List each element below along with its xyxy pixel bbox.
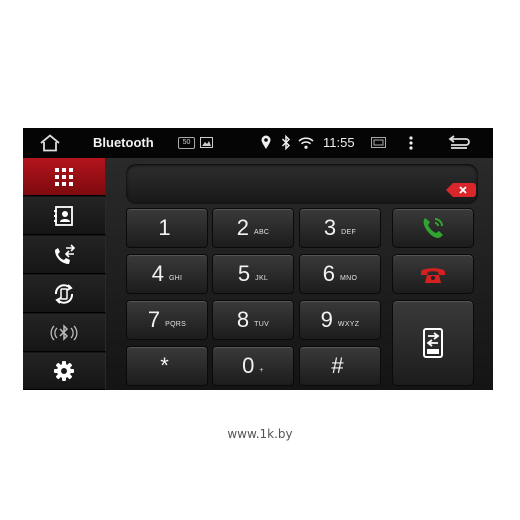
- key-digit: 6: [322, 261, 335, 286]
- key-letters: GHI: [168, 274, 183, 282]
- back-icon[interactable]: [447, 134, 471, 152]
- key-8[interactable]: 8 TUV: [212, 300, 294, 340]
- sidebar: [23, 158, 106, 390]
- key-3[interactable]: 3 DEF: [299, 208, 381, 248]
- clock-time: 11:55: [323, 135, 355, 150]
- key-digit: 2: [236, 215, 249, 240]
- transfer-audio-button[interactable]: [392, 300, 474, 386]
- settings-icon: [54, 361, 74, 381]
- key-7[interactable]: 7 PQRS: [126, 300, 208, 340]
- key-letters: DEF: [341, 228, 357, 236]
- transfer-audio-icon: [423, 328, 443, 358]
- backspace-icon[interactable]: [445, 182, 477, 198]
- key-9[interactable]: 9 WXYZ: [299, 300, 381, 340]
- call-log-icon: [55, 243, 76, 264]
- hang-up-button[interactable]: [392, 254, 474, 294]
- key-digit: 1: [158, 215, 171, 240]
- key-digit: 7: [147, 307, 161, 332]
- phone-hangup-icon: [421, 268, 445, 283]
- key-digit: 8: [236, 307, 250, 332]
- key-digit: #: [331, 353, 344, 378]
- key-6[interactable]: 6 MNO: [299, 254, 381, 294]
- call-button[interactable]: [392, 208, 474, 248]
- key-letters: TUV: [254, 320, 270, 328]
- key-digit: 5: [237, 261, 251, 286]
- sidebar-item-phone-sync[interactable]: [23, 275, 106, 313]
- dialpad-icon: [55, 167, 73, 186]
- key-5[interactable]: 5 JKL: [212, 254, 294, 294]
- key-1[interactable]: 1: [126, 208, 208, 248]
- key-letters: ABC: [253, 228, 270, 236]
- sidebar-item-settings[interactable]: [23, 353, 106, 390]
- key-letters: +: [259, 366, 264, 374]
- bluetooth-audio-icon: [50, 323, 78, 341]
- key-star[interactable]: *: [126, 346, 208, 386]
- key-digit: *: [160, 353, 169, 378]
- key-letters: PQRS: [165, 320, 187, 328]
- key-hash[interactable]: #: [299, 346, 381, 386]
- sidebar-item-call-log[interactable]: [23, 236, 106, 274]
- key-2[interactable]: 2 ABC: [212, 208, 294, 248]
- phone-sync-icon: [54, 283, 74, 304]
- phone-call-icon: [423, 218, 443, 238]
- key-digit: 0: [242, 353, 255, 378]
- app-title: Bluetooth: [93, 135, 154, 150]
- key-digit: 9: [320, 307, 333, 332]
- key-4[interactable]: 4 GHI: [126, 254, 208, 294]
- key-0[interactable]: 0 +: [212, 346, 294, 386]
- bluetooth-icon: [281, 135, 291, 150]
- key-digit: 4: [151, 261, 164, 286]
- number-display: [126, 164, 478, 204]
- notification-badge: 50: [178, 137, 195, 149]
- key-digit: 3: [323, 215, 337, 240]
- key-letters: MNO: [340, 274, 358, 282]
- sidebar-item-contacts[interactable]: [23, 197, 106, 235]
- sidebar-item-dialpad[interactable]: [23, 158, 106, 196]
- dialer-panel: 1 2 ABC 3 DEF 4 GHI 5 JKL 6 MNO 7 PQRS 8…: [106, 158, 493, 390]
- wifi-icon: [298, 137, 314, 149]
- sidebar-item-bluetooth-audio[interactable]: [23, 314, 106, 352]
- status-bar: Bluetooth 50 11:55: [23, 128, 493, 158]
- watermark: www.1k.by: [227, 427, 293, 441]
- overflow-menu-icon[interactable]: [409, 136, 413, 150]
- image-icon: [200, 137, 213, 148]
- home-icon[interactable]: [39, 134, 61, 152]
- key-letters: JKL: [255, 274, 269, 282]
- screenshot-icon[interactable]: [371, 137, 386, 148]
- contacts-icon: [54, 205, 73, 226]
- head-unit-screen: Bluetooth 50 11:55 1 2 ABC 3 DEF 4 GHI 5…: [23, 128, 493, 390]
- location-icon: [261, 135, 271, 149]
- key-letters: WXYZ: [337, 320, 360, 328]
